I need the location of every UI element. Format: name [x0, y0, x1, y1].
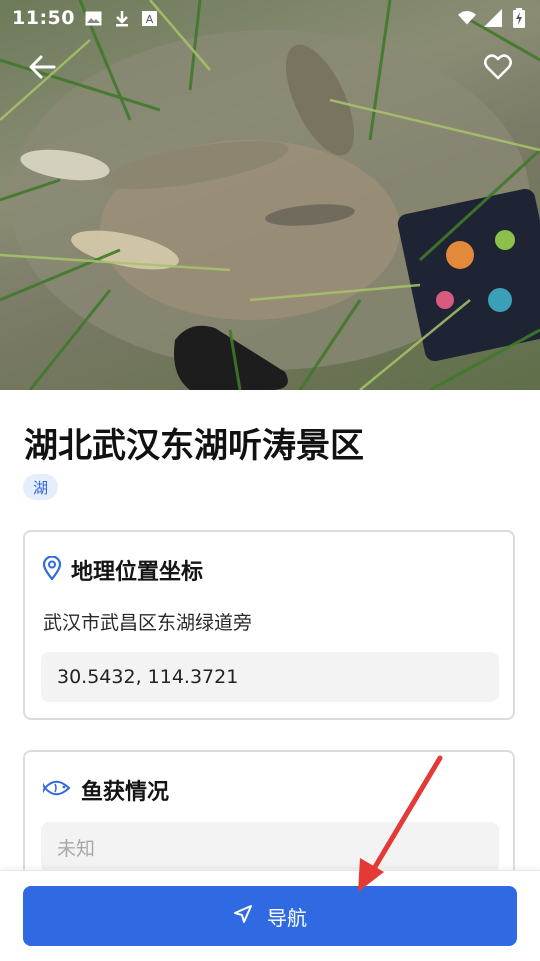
- catch-card-header: 鱼获情况: [41, 774, 170, 806]
- signal-icon: [484, 9, 502, 27]
- catch-card-title: 鱼获情况: [81, 780, 170, 805]
- image-icon: [85, 9, 103, 27]
- back-button[interactable]: [20, 47, 64, 91]
- location-card: 地理位置坐标 武汉市武昌区东湖绿道旁 30.5432, 114.3721: [23, 530, 515, 720]
- navigate-button-label: 导航: [267, 905, 307, 930]
- page-title: 湖北武汉东湖听涛景区: [24, 426, 364, 466]
- bottom-action-bar: 导航: [0, 870, 540, 961]
- battery-charging-icon: [510, 8, 528, 28]
- status-bar: 11:50 A: [0, 0, 540, 36]
- heart-outline-icon: [484, 54, 512, 84]
- status-time: 11:50: [12, 7, 75, 29]
- map-pin-icon: [42, 555, 62, 584]
- spot-type-badge: 湖: [23, 474, 59, 500]
- coordinates-field[interactable]: 30.5432, 114.3721: [41, 652, 499, 702]
- fish-icon: [41, 778, 71, 802]
- favorite-button[interactable]: [476, 47, 520, 91]
- location-card-header: 地理位置坐标: [42, 554, 204, 586]
- catch-value-field[interactable]: 未知: [41, 822, 499, 872]
- address-text: 武汉市武昌区东湖绿道旁: [43, 612, 253, 634]
- arrow-left-icon: [28, 55, 56, 83]
- download-icon: [113, 9, 131, 27]
- font-icon: A: [141, 9, 159, 27]
- location-card-title: 地理位置坐标: [71, 560, 204, 585]
- wifi-icon: [458, 9, 476, 27]
- navigate-button[interactable]: 导航: [23, 886, 517, 946]
- spot-photo: [0, 0, 540, 390]
- svg-text:A: A: [146, 13, 154, 26]
- navigation-arrow-icon: [233, 904, 253, 929]
